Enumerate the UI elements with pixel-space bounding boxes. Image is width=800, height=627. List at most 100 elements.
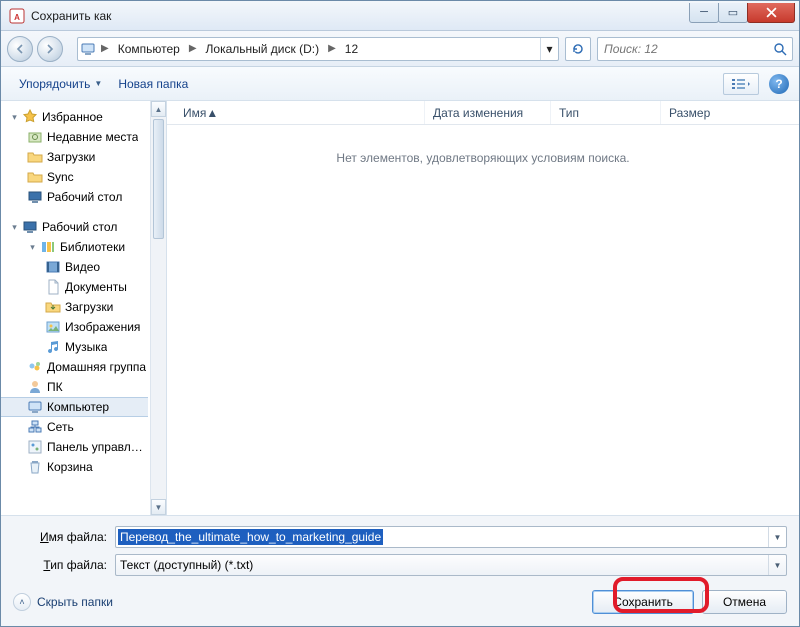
pdf-app-icon: А	[9, 8, 25, 24]
filename-label: Имя файла:	[13, 530, 115, 544]
view-options-button[interactable]	[723, 73, 759, 95]
body: ▾ Избранное Недавние места Загрузки Sync…	[1, 101, 799, 516]
tree-label: ПК	[47, 380, 63, 394]
breadcrumb-dropdown[interactable]: ▾	[540, 38, 558, 60]
breadcrumb-segment[interactable]: 12	[339, 38, 364, 60]
tree-recycle-bin[interactable]: Корзина	[1, 457, 148, 477]
minimize-button[interactable]: ─	[689, 3, 719, 23]
tree-video[interactable]: Видео	[1, 257, 148, 277]
empty-message: Нет элементов, удовлетворяющих условиям …	[167, 125, 799, 515]
tree-documents[interactable]: Документы	[1, 277, 148, 297]
nav-back-button[interactable]	[7, 36, 33, 62]
star-icon	[22, 109, 38, 125]
tree-sync[interactable]: Sync	[1, 167, 148, 187]
control-panel-icon	[27, 439, 43, 455]
tree-recent-places[interactable]: Недавние места	[1, 127, 148, 147]
tree-desktop[interactable]: ▾ Рабочий стол	[1, 217, 148, 237]
window-title: Сохранить как	[31, 9, 111, 23]
filetype-combo[interactable]: Текст (доступный) (*.txt) ▼	[115, 554, 787, 576]
chevron-right-icon: ▶	[186, 43, 200, 54]
computer-icon	[78, 41, 98, 57]
file-list: Имя▲ Дата изменения Тип Размер Нет элеме…	[167, 101, 799, 515]
column-headers: Имя▲ Дата изменения Тип Размер	[167, 101, 799, 125]
tree-label: Корзина	[47, 460, 93, 474]
cancel-button[interactable]: Отмена	[702, 590, 787, 614]
tree-libraries[interactable]: ▾ Библиотеки	[1, 237, 148, 257]
collapse-icon[interactable]: ▾	[9, 112, 20, 123]
column-name[interactable]: Имя▲	[175, 101, 425, 124]
hide-folders-label: Скрыть папки	[37, 595, 113, 609]
chevron-down-icon[interactable]: ▼	[768, 555, 786, 575]
refresh-button[interactable]	[565, 37, 591, 61]
organize-button[interactable]: Упорядочить ▼	[11, 73, 110, 95]
tree-control-panel[interactable]: Панель управления	[1, 437, 148, 457]
toolbar-label: Упорядочить	[19, 77, 90, 91]
tree-favorites[interactable]: ▾ Избранное	[1, 107, 148, 127]
address-breadcrumb[interactable]: ▶ Компьютер ▶ Локальный диск (D:) ▶ 12 ▾	[77, 37, 559, 61]
save-as-dialog: А Сохранить как ─ ▭ ▶ Компьютер ▶ Локаль…	[0, 0, 800, 627]
tree-music[interactable]: Музыка	[1, 337, 148, 357]
new-folder-button[interactable]: Новая папка	[110, 73, 196, 95]
tree-label: Избранное	[42, 110, 103, 124]
breadcrumb-segment[interactable]: Локальный диск (D:)	[200, 38, 326, 60]
tree-label: Видео	[65, 260, 100, 274]
download-icon	[45, 299, 61, 315]
tree-label: Рабочий стол	[47, 190, 122, 204]
tree-downloads[interactable]: Загрузки	[1, 147, 148, 167]
search-input[interactable]	[602, 41, 772, 57]
recycle-bin-icon	[27, 459, 43, 475]
tree-downloads-lib[interactable]: Загрузки	[1, 297, 148, 317]
tree-pc[interactable]: ПК	[1, 377, 148, 397]
hide-folders-button[interactable]: ˄ Скрыть папки	[13, 593, 113, 611]
collapse-icon[interactable]: ▾	[9, 222, 20, 233]
tree-label: Рабочий стол	[42, 220, 117, 234]
column-size[interactable]: Размер	[661, 101, 799, 124]
filetype-value: Текст (доступный) (*.txt)	[116, 558, 768, 572]
scroll-up-button[interactable]: ▲	[151, 101, 166, 117]
desktop-icon	[22, 219, 38, 235]
chevron-down-icon: ▼	[94, 79, 102, 88]
collapse-icon[interactable]: ▾	[27, 242, 38, 253]
maximize-button[interactable]: ▭	[718, 3, 748, 23]
tree-computer[interactable]: Компьютер	[1, 397, 148, 417]
navigation-tree: ▾ Избранное Недавние места Загрузки Sync…	[1, 101, 167, 515]
tree-label: Изображения	[65, 320, 140, 334]
breadcrumb-segment[interactable]: Компьютер	[112, 38, 186, 60]
search-box[interactable]	[597, 37, 793, 61]
toolbar: Упорядочить ▼ Новая папка ?	[1, 67, 799, 101]
save-button[interactable]: Сохранить	[592, 590, 694, 614]
document-icon	[45, 279, 61, 295]
help-button[interactable]: ?	[769, 74, 789, 94]
scroll-thumb[interactable]	[153, 119, 164, 239]
network-icon	[27, 419, 43, 435]
tree-label: Сеть	[47, 420, 74, 434]
close-button[interactable]	[747, 3, 795, 23]
filename-combo[interactable]: Перевод_the_ultimate_how_to_marketing_gu…	[115, 526, 787, 548]
tree-label: Загрузки	[47, 150, 95, 164]
filename-input[interactable]: Перевод_the_ultimate_how_to_marketing_gu…	[118, 529, 383, 545]
user-icon	[27, 379, 43, 395]
toolbar-label: Новая папка	[118, 77, 188, 91]
tree-pictures[interactable]: Изображения	[1, 317, 148, 337]
search-icon[interactable]	[772, 41, 788, 57]
computer-icon	[27, 399, 43, 415]
music-icon	[45, 339, 61, 355]
tree-label: Sync	[47, 170, 74, 184]
tree-label: Загрузки	[65, 300, 113, 314]
nav-forward-button[interactable]	[37, 36, 63, 62]
scroll-down-button[interactable]: ▼	[151, 499, 166, 515]
svg-text:А: А	[14, 13, 20, 22]
chevron-down-icon[interactable]: ▼	[768, 527, 786, 547]
tree-label: Библиотеки	[60, 240, 125, 254]
video-icon	[45, 259, 61, 275]
tree-network[interactable]: Сеть	[1, 417, 148, 437]
sidebar-scrollbar[interactable]: ▲ ▼	[150, 101, 166, 515]
homegroup-icon	[27, 359, 43, 375]
nav-bar: ▶ Компьютер ▶ Локальный диск (D:) ▶ 12 ▾	[1, 31, 799, 67]
column-type[interactable]: Тип	[551, 101, 661, 124]
sort-asc-icon: ▲	[206, 106, 218, 120]
window-controls: ─ ▭	[690, 3, 795, 23]
tree-homegroup[interactable]: Домашняя группа	[1, 357, 148, 377]
column-date[interactable]: Дата изменения	[425, 101, 551, 124]
tree-desktop-fav[interactable]: Рабочий стол	[1, 187, 148, 207]
